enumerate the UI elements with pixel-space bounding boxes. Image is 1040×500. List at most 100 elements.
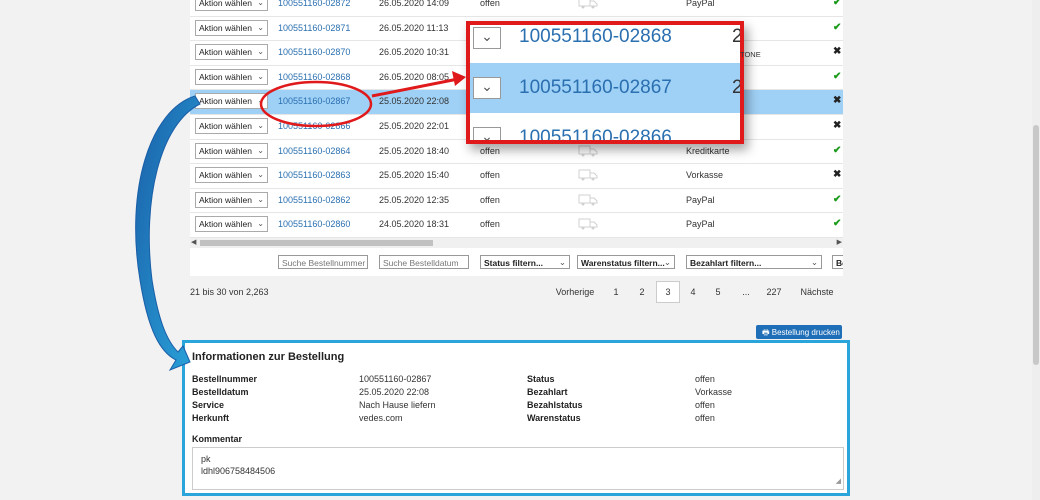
chevron-down-icon: ⌄ (257, 22, 264, 32)
action-select[interactable]: Aktion wählen ⌄ (195, 93, 268, 110)
zoom-row: ⌄ 100551160-02868 2 (470, 25, 740, 55)
zoom-row-selected: ⌄ 100551160-02867 2 (470, 63, 740, 113)
order-number-link[interactable]: 100551160-02871 (278, 23, 350, 33)
action-select[interactable]: Aktion wählen ⌄ (195, 118, 268, 134)
page-vertical-scrollbar[interactable] (1032, 0, 1040, 500)
pagination-page[interactable]: 3 (656, 281, 680, 303)
order-status: offen (480, 0, 500, 8)
check-icon: ✔ (833, 144, 842, 156)
order-date: 25.05.2020 12:35 (379, 194, 450, 205)
comment-line: pk (201, 454, 211, 464)
chevron-down-icon: ⌄ (257, 47, 264, 57)
order-date: 25.05.2020 22:01 (379, 121, 450, 131)
comment-line: ldhl906758484506 (201, 466, 276, 476)
pagination-page[interactable]: 4 (682, 281, 704, 303)
action-select[interactable]: Aktion wählen ⌄ (195, 19, 268, 36)
table-row[interactable]: Aktion wählen ⌄ 100551160-02862 25.05.2020 … (190, 189, 843, 214)
info-label: Bestelldatum (192, 387, 249, 397)
payment-method: Vorkasse (686, 170, 724, 181)
page-scroll-thumb[interactable] (1033, 125, 1039, 365)
check-icon: ✔ (833, 218, 842, 230)
comment-label: Kommentar (192, 434, 243, 444)
order-number-link[interactable]: 100551160-02872 (278, 0, 350, 8)
pagination-page[interactable]: 5 (707, 281, 729, 303)
horizontal-scroll-thumb[interactable] (200, 240, 433, 246)
order-status: offen (480, 194, 500, 205)
cross-icon: ✖ (833, 120, 842, 131)
chevron-down-icon: ⌄ (257, 170, 264, 180)
extra-filter-select[interactable]: Be (832, 255, 843, 269)
action-select[interactable]: Aktion wählen ⌄ (195, 68, 268, 85)
check-icon: ✔ (833, 0, 842, 8)
scroll-left-arrow-icon[interactable]: ◀ (191, 238, 196, 246)
resize-grip-icon[interactable]: ◢ (836, 476, 841, 488)
order-number-link[interactable]: 100551160-02860 (278, 219, 350, 229)
order-number-link[interactable]: 100551160-02863 (278, 170, 350, 180)
action-select[interactable]: Aktion wählen ⌄ (195, 167, 268, 184)
pagination-next[interactable]: Nächste (797, 281, 837, 303)
order-number-link[interactable]: 100551160-02862 (278, 195, 350, 205)
zoom-select-chevron-icon[interactable]: ⌄ (473, 127, 501, 140)
order-info-panel: Informationen zur Bestellung Bestellnumm… (182, 340, 850, 496)
cross-icon: ✖ (833, 46, 842, 58)
bezahlart-filter-select[interactable]: Bezahlart filtern... ⌄ (686, 255, 822, 269)
order-date: 26.05.2020 10:31 (379, 47, 450, 58)
info-value: Vorkasse (695, 387, 733, 397)
horizontal-scrollbar[interactable]: ◀ ▶ (190, 238, 843, 248)
info-value: 25.05.2020 22:08 (359, 387, 430, 397)
zoom-order-number[interactable]: 100551160-02866 (519, 127, 672, 140)
action-select[interactable]: Aktion wählen ⌄ (195, 0, 268, 11)
status-filter-select[interactable]: Status filtern... ⌄ (480, 255, 570, 269)
pagination-prev[interactable]: Vorherige (552, 281, 598, 303)
info-value: offen (695, 400, 715, 410)
action-select[interactable]: Aktion wählen ⌄ (195, 191, 268, 208)
table-row[interactable]: Aktion wählen ⌄ 100551160-02863 25.05.2020 … (190, 164, 843, 189)
pagination-info: 21 bis 30 von 2,263 (190, 287, 269, 297)
order-number-link[interactable]: 100551160-02864 (278, 146, 350, 156)
info-label: Bezahlstatus (527, 400, 583, 410)
order-number-link[interactable]: 100551160-02867 (278, 96, 350, 106)
zoom-side-text: TONE (740, 50, 761, 59)
pagination-page[interactable]: 2 (631, 281, 653, 303)
chevron-down-icon: ⌄ (257, 0, 264, 7)
zoom-order-number[interactable]: 100551160-02868 (519, 26, 672, 48)
order-number-link[interactable]: 100551160-02866 (278, 121, 350, 131)
order-number-link[interactable]: 100551160-02870 (278, 47, 350, 57)
order-date: 26.05.2020 08:05 (379, 71, 450, 82)
comment-textarea[interactable]: pk ldhl906758484506 ◢ (192, 447, 844, 490)
order-number-link[interactable]: 100551160-02868 (278, 72, 350, 82)
zoom-select-chevron-icon[interactable]: ⌄ (473, 27, 501, 49)
pagination-ellipsis: ... (742, 287, 750, 297)
check-icon: ✔ (833, 21, 842, 33)
zoom-order-number[interactable]: 100551160-02867 (519, 77, 672, 99)
pagination-page[interactable]: 1 (605, 281, 627, 303)
zoom-row: ⌄ 100551160-02866 (470, 117, 740, 140)
info-value: offen (695, 374, 715, 384)
action-select[interactable]: Aktion wählen ⌄ (195, 142, 268, 159)
order-info-title: Informationen zur Bestellung (192, 351, 345, 363)
print-order-button[interactable]: 🖶 Bestellung drucken (756, 325, 842, 339)
order-status: offen (480, 219, 500, 230)
payment-method: PayPal (686, 0, 715, 8)
chevron-down-icon: ⌄ (810, 257, 818, 267)
printer-icon: 🖶 (762, 328, 770, 337)
action-select[interactable]: Aktion wählen ⌄ (195, 44, 268, 61)
info-label: Status (527, 374, 555, 384)
table-row[interactable]: Aktion wählen ⌄ 100551160-02872 26.05.2020 … (190, 0, 843, 17)
warenstatus-filter-select[interactable]: Warenstatus filtern... ⌄ (577, 255, 675, 269)
scroll-right-arrow-icon[interactable]: ▶ (837, 238, 842, 246)
payment-method: PayPal (686, 194, 715, 205)
info-label: Herkunft (192, 413, 230, 423)
action-select[interactable]: Aktion wählen ⌄ (195, 216, 268, 233)
info-label: Bezahlart (527, 387, 568, 397)
table-row[interactable]: Aktion wählen ⌄ 100551160-02860 24.05.2020 … (190, 213, 843, 238)
search-date-input[interactable]: Suche Bestelldatum (379, 255, 469, 269)
order-date: 26.05.2020 14:09 (379, 0, 450, 8)
status-filter-label: Status filtern... (484, 258, 544, 268)
search-order-input[interactable]: Suche Bestellnummer (278, 255, 368, 269)
truck-icon (578, 169, 598, 183)
pagination-page[interactable]: 227 (760, 281, 788, 303)
chevron-down-icon: ⌄ (257, 194, 264, 204)
bezahlart-filter-label: Bezahlart filtern... (690, 258, 762, 268)
zoom-select-chevron-icon[interactable]: ⌄ (473, 77, 501, 99)
